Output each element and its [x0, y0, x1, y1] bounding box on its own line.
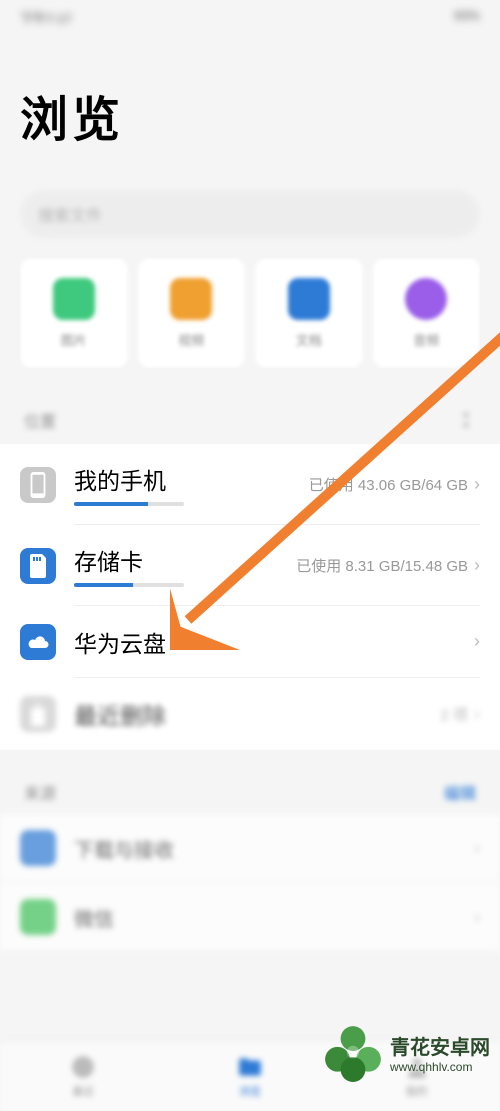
download-icon — [20, 830, 56, 866]
category-audio[interactable]: 音频 — [373, 258, 481, 368]
document-icon — [288, 278, 330, 320]
nav-recent[interactable]: 最近 — [70, 1054, 96, 1099]
storage-usage: 2 项 — [440, 704, 468, 725]
storage-title: 存储卡 — [74, 543, 184, 577]
watermark-logo-icon — [322, 1021, 384, 1083]
nav-browse[interactable]: 浏览 — [237, 1054, 263, 1099]
chevron-right-icon: › — [474, 474, 480, 495]
sort-icon[interactable] — [456, 408, 476, 432]
source-wechat[interactable]: 微信 › — [0, 883, 500, 952]
folder-icon — [237, 1054, 263, 1080]
storage-title: 华为云盘 — [74, 625, 166, 659]
category-images[interactable]: 图片 — [20, 258, 128, 368]
source-downloads[interactable]: 下载与接收 › — [0, 814, 500, 883]
storage-bar — [74, 583, 184, 587]
chevron-right-icon: › — [474, 907, 480, 928]
storage-list: 我的手机 已使用 43.06 GB/64 GB › 存储卡 已使用 8.31 G… — [0, 444, 500, 750]
video-icon — [170, 278, 212, 320]
page-header: 浏览 — [0, 30, 500, 180]
phone-icon — [20, 467, 56, 503]
search-placeholder: 搜索文件 — [38, 202, 102, 226]
storage-huawei-cloud[interactable]: 华为云盘 › — [0, 606, 500, 678]
wechat-icon — [20, 899, 56, 935]
storage-usage: 已使用 8.31 GB/15.48 GB — [296, 555, 468, 576]
watermark: 青花安卓网 www.qhhlv.com — [322, 1021, 490, 1083]
trash-icon — [20, 696, 56, 732]
chevron-right-icon: › — [474, 555, 480, 576]
storage-bar — [74, 502, 184, 506]
status-time: 下午7:17 — [20, 8, 72, 22]
page-title: 浏览 — [20, 80, 480, 150]
storage-my-phone[interactable]: 我的手机 已使用 43.06 GB/64 GB › — [0, 444, 500, 525]
status-bar: 下午7:17 93% — [0, 0, 500, 30]
chevron-right-icon: › — [474, 631, 480, 652]
audio-icon — [405, 278, 447, 320]
storage-usage: 已使用 43.06 GB/64 GB — [309, 474, 468, 495]
image-icon — [53, 278, 95, 320]
cloud-icon — [20, 624, 56, 660]
storage-sd-card[interactable]: 存储卡 已使用 8.31 GB/15.48 GB › — [0, 525, 500, 606]
category-videos[interactable]: 视频 — [138, 258, 246, 368]
sd-card-icon — [20, 548, 56, 584]
category-documents[interactable]: 文档 — [255, 258, 363, 368]
clock-icon — [70, 1054, 96, 1080]
edit-button[interactable]: 编辑 — [444, 780, 476, 804]
chevron-right-icon: › — [474, 704, 480, 725]
chevron-right-icon: › — [474, 838, 480, 859]
storage-recently-deleted[interactable]: 最近删除 2 项 › — [0, 678, 500, 750]
source-section: 来源 编辑 下载与接收 › 微信 › — [0, 758, 500, 952]
storage-title: 我的手机 — [74, 462, 184, 496]
location-section-header: 位置 — [0, 378, 500, 444]
search-bar[interactable]: 搜索文件 — [20, 190, 480, 238]
category-row: 图片 视频 文档 音频 — [20, 258, 480, 368]
storage-title: 最近删除 — [74, 697, 166, 731]
status-battery: 93% — [454, 8, 480, 22]
